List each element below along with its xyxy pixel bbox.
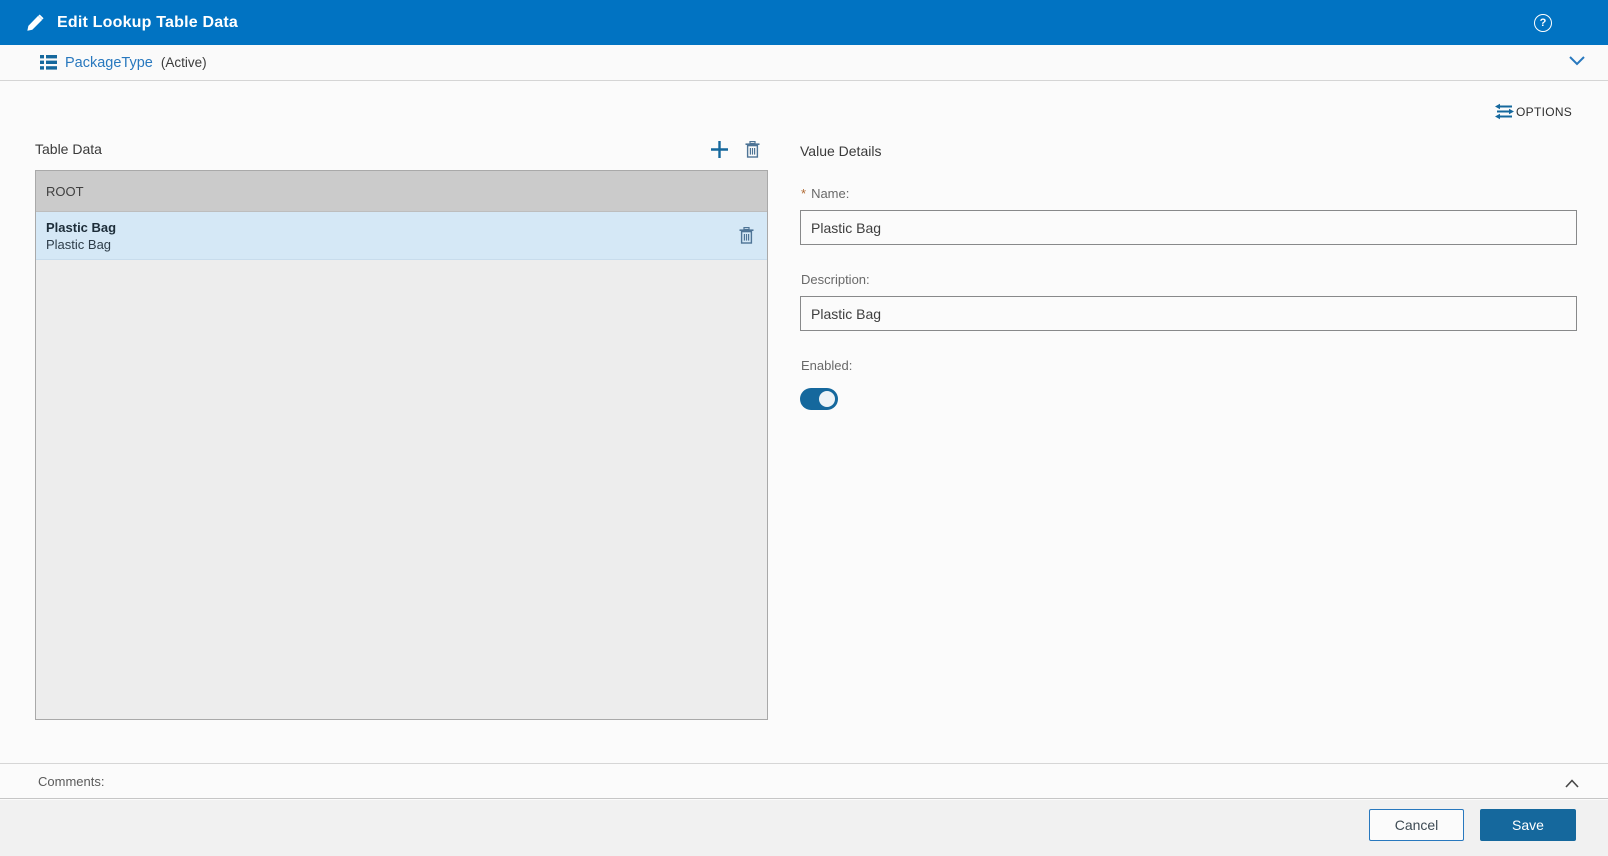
title-bar: Edit Lookup Table Data ? bbox=[0, 0, 1608, 45]
root-label: ROOT bbox=[46, 183, 84, 199]
enabled-label: Enabled: bbox=[801, 358, 853, 373]
lookup-header: PackageType (Active) bbox=[0, 45, 1608, 81]
cancel-button[interactable]: Cancel bbox=[1369, 809, 1464, 841]
chevron-down-icon[interactable] bbox=[1566, 54, 1588, 73]
table-row[interactable]: Plastic Bag Plastic Bag bbox=[36, 212, 767, 260]
row-name: Plastic Bag bbox=[46, 219, 117, 235]
description-label: Description: bbox=[801, 272, 870, 287]
row-delete-button[interactable] bbox=[739, 227, 754, 244]
comments-label: Comments: bbox=[38, 773, 105, 789]
root-node-row[interactable]: ROOT bbox=[36, 171, 767, 212]
save-button[interactable]: Save bbox=[1480, 809, 1576, 841]
lookup-name-link[interactable]: PackageType bbox=[65, 55, 153, 71]
page-title: Edit Lookup Table Data bbox=[57, 13, 239, 31]
pencil-icon bbox=[26, 13, 44, 32]
required-asterisk: * bbox=[801, 186, 807, 201]
footer-bar: Cancel Save bbox=[0, 800, 1608, 856]
edit-lookup-table-dialog: Edit Lookup Table Data ? PackageType (Ac… bbox=[0, 0, 1608, 856]
table-data-title: Table Data bbox=[35, 141, 102, 157]
description-input[interactable] bbox=[800, 296, 1577, 331]
add-row-button[interactable] bbox=[710, 140, 729, 159]
help-icon[interactable]: ? bbox=[1534, 14, 1552, 32]
value-details-title: Value Details bbox=[800, 143, 882, 159]
table-data-list: ROOT Plastic Bag Plastic Bag bbox=[35, 170, 768, 720]
name-input[interactable] bbox=[800, 210, 1577, 245]
comments-bar[interactable]: Comments: bbox=[0, 763, 1608, 799]
delete-rows-button[interactable] bbox=[745, 140, 760, 158]
options-label: OPTIONS bbox=[1516, 104, 1573, 119]
name-label: * Name: bbox=[801, 186, 850, 201]
options-button[interactable]: OPTIONS bbox=[1495, 103, 1572, 120]
list-icon bbox=[40, 55, 57, 70]
toggle-knob bbox=[819, 391, 835, 407]
chevron-up-icon[interactable] bbox=[1563, 776, 1581, 794]
table-data-header: Table Data bbox=[35, 138, 768, 160]
lookup-status: (Active) bbox=[160, 55, 207, 70]
enabled-toggle[interactable] bbox=[800, 388, 838, 410]
sliders-icon bbox=[1495, 103, 1514, 120]
row-description: Plastic Bag bbox=[46, 236, 112, 252]
